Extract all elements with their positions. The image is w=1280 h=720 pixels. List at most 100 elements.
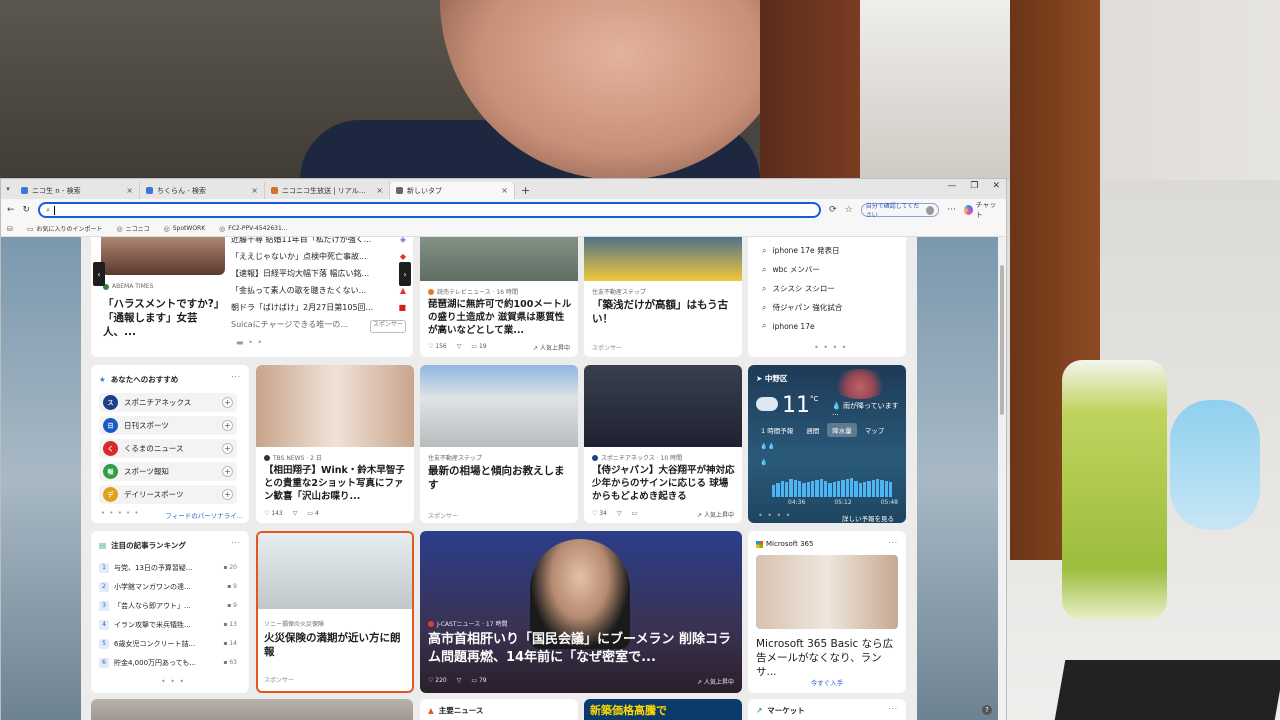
ranking-item[interactable]: 3 「芸人なら即アウト」... ▪ 9 [99,596,237,615]
card-title[interactable]: 【相田翔子】Wink・鈴木早智子との貴重な2ショット写真にファン歓喜「沢山お喋り… [264,464,409,503]
close-icon[interactable]: × [251,186,258,195]
featured-news-card[interactable]: J-CASTニュース · 17 時間 高市首相肝いり「国民会議」にブーメラン 削… [420,531,742,693]
search-suggestion[interactable]: ⌕ iphone 17e [762,321,815,331]
news-card[interactable]: TBS NEWS · 2 日 【相田翔子】Wink・鈴木早智子との貴重な2ショッ… [256,365,414,523]
card-title[interactable]: 火災保険の満期が近い方に朗報 [264,631,409,659]
pager-dots[interactable]: • • • [161,677,185,686]
maximize-icon[interactable]: ❐ [970,181,978,191]
tab-actions-icon[interactable]: ▾ [1,185,15,193]
close-icon[interactable]: × [501,186,508,195]
ranking-item[interactable]: 2 小学館マンガワンの達... ▪ 9 [99,577,237,596]
weather-tab-hourly[interactable]: 1 時間予報 [756,423,798,437]
more-icon[interactable]: ··· [888,539,898,547]
search-suggestion[interactable]: ⌕ iphone 17e 発表日 [762,245,839,256]
search-suggestion[interactable]: ⌕ wbc メンバー [762,264,820,275]
publisher-row[interactable]: 報スポーツ報知 + [99,462,237,481]
weather-tab-weekly[interactable]: 週間 [801,423,824,437]
minimize-icon[interactable]: — [947,181,956,191]
publisher-row[interactable]: くくるまのニュース + [99,439,237,458]
new-tab-icon[interactable]: + [521,184,530,199]
more-icon[interactable]: ··· [947,205,956,215]
card-title[interactable]: 最新の相場と傾向お教えします [428,464,573,492]
more-icon[interactable]: ··· [231,373,241,381]
signin-button[interactable]: 自分で確認してください [860,203,940,219]
card-title[interactable]: 「ハラスメントですか?」「通報します」女芸人、... [103,297,228,339]
search-suggestion[interactable]: ⌕ スシスシ スシロー [762,283,835,294]
publisher-row[interactable]: ススポニチアネックス + [99,393,237,412]
pager-dots[interactable]: • • • • [758,511,792,520]
card-title[interactable]: 「築浅だけが高額」はもう古い！ [592,298,737,326]
publisher-row[interactable]: デデイリースポーツ + [99,485,237,504]
weather-location[interactable]: ➤ 中野区 [756,373,787,384]
more-icon[interactable]: ··· [231,539,241,547]
ranking-item[interactable]: 4 イラン攻撃で米兵犠牲... ▪ 13 [99,615,237,634]
ad-card[interactable]: Microsoft 365 ··· Microsoft 365 Basic なら… [748,531,906,693]
comment-button[interactable]: ▭ 4 [307,510,318,517]
close-icon[interactable]: × [126,186,133,195]
weather-tab-map[interactable]: マップ [860,423,890,437]
favorite-item[interactable]: ◎ FC2-PPV-4542631... [219,225,287,233]
dislike-icon[interactable]: ▽ [457,677,462,684]
carousel-card[interactable]: ABEMA TIMES 「ハラスメントですか?」「通報します」女芸人、... 近… [91,237,413,357]
ranking-item[interactable]: 1 与党、13日の予算習疑... ▪ 20 [99,558,237,577]
ad-card[interactable]: ソニー損保の火災保険 火災保険の満期が近い方に朗報 スポンサー [256,531,414,693]
pager-dots[interactable]: • • • • • [101,509,140,517]
carousel-pager[interactable]: ▬ • • [236,338,263,347]
tab-2[interactable]: ちくらん - 検索 × [140,182,265,199]
follow-plus-icon[interactable]: + [222,420,233,431]
weather-more-link[interactable]: 詳しい予報を見る [842,513,894,523]
carousel-next-icon[interactable]: › [399,262,411,286]
headline-item[interactable]: 近藤千尋 結婚11年目「私だけが強く... ◈ [231,237,406,248]
address-bar[interactable]: ⌕ [38,202,822,218]
card-title[interactable]: 【侍ジャパン】大谷翔平が神対応 少年からのサインに応じる 球場からもどよめき起き… [592,464,737,503]
follow-plus-icon[interactable]: + [222,466,233,477]
back-icon[interactable]: ← [7,205,15,215]
headline-item[interactable]: 【速報】日経平均大幅下落 幅広い銘...■ [231,265,406,282]
dislike-icon[interactable]: ▽ [617,510,622,517]
ad-card[interactable]: 新築価格高騰で [584,699,742,720]
more-icon[interactable]: ··· [888,705,898,713]
dislike-icon[interactable]: ▽ [457,343,462,350]
ad-card[interactable]: 住友不動産ステップ 最新の相場と傾向お教えします スポンサー [420,365,578,523]
favorite-star-icon[interactable]: ☆ [845,205,853,215]
ranking-item[interactable]: 5 6歳女児コンクリート詰... ▪ 14 [99,634,237,653]
follow-plus-icon[interactable]: + [222,489,233,500]
ad-card[interactable]: 住友不動産ステップ 「築浅だけが高額」はもう古い！ スポンサー [584,237,742,357]
page-scrollbar[interactable] [998,237,1006,720]
ranking-item[interactable]: 6 貯金4,000万円あっても... ▪ 63 [99,653,237,672]
window-close-icon[interactable]: ✕ [992,181,1000,191]
weather-card[interactable]: ➤ 中野区 11 °C 💧 雨が降っています ··· 1 時間予報 週間 降水量… [748,365,906,523]
follow-plus-icon[interactable]: + [222,397,233,408]
comment-button[interactable]: ▭ [632,510,638,517]
card-title[interactable]: 琵琶湖に無許可で約100メートルの盛り土造成か 滋賀県は悪質性が高いなどとして業… [428,298,573,337]
card-title[interactable]: 高市首相肝いり「国民会議」にブーメラン 削除コラム問題再燃、14年前に「なぜ密室… [428,631,733,667]
tab-4[interactable]: 新しいタブ × [390,182,515,199]
tab-3[interactable]: ニコニコ生放送 | リアルタイムランキング× [265,182,390,199]
headline-item[interactable]: 朝ドラ「ばけばけ」2月27日第105回... ■ [231,299,406,316]
pager-dots[interactable]: • • • • [814,343,848,352]
dislike-icon[interactable]: ▽ [293,510,298,517]
like-button[interactable]: ♡ 220 [428,677,447,684]
news-card[interactable]: 読売テレビニュース · 16 時間 琵琶湖に無許可で約100メートルの盛り土造成… [420,237,578,357]
card-title[interactable]: Microsoft 365 Basic なら広告メールがなくなり、ランサ... [756,637,901,679]
copilot-button[interactable]: チャット [963,200,1000,220]
follow-plus-icon[interactable]: + [222,443,233,454]
favorites-icon[interactable]: ⛁ [7,225,13,233]
weather-tab-precipitation[interactable]: 降水量 [827,423,857,437]
news-card[interactable]: スポニチアネックス · 10 時間 【侍ジャパン】大谷翔平が神対応 少年からのサ… [584,365,742,523]
headline-item[interactable]: Suicaにチャージできる唯一の... スポンサー [231,316,406,333]
scrollbar-thumb[interactable] [1000,265,1004,415]
search-suggestion[interactable]: ⌕ 侍ジャパン 強化試合 [762,302,842,313]
news-card[interactable] [91,699,413,720]
publisher-row[interactable]: 日日刊スポーツ + [99,416,237,435]
refresh-icon[interactable]: ↻ [23,205,31,215]
carousel-prev-icon[interactable]: ‹ [93,262,105,286]
extension-icon[interactable]: ⟳ [829,205,837,215]
headline-item[interactable]: 「ええじゃないか」点検中死亡事故... ◆ [231,248,406,265]
comment-button[interactable]: ▭ 19 [471,343,486,350]
get-now-link[interactable]: 今すぐ入手 [748,677,906,687]
tab-1[interactable]: ニコ生 n - 検索 × [15,182,140,199]
favorite-item[interactable]: ◎ SpotWORK [164,225,206,233]
favorite-item[interactable]: ◎ ニコニコ [117,224,150,234]
like-button[interactable]: ♡ 34 [592,510,607,517]
